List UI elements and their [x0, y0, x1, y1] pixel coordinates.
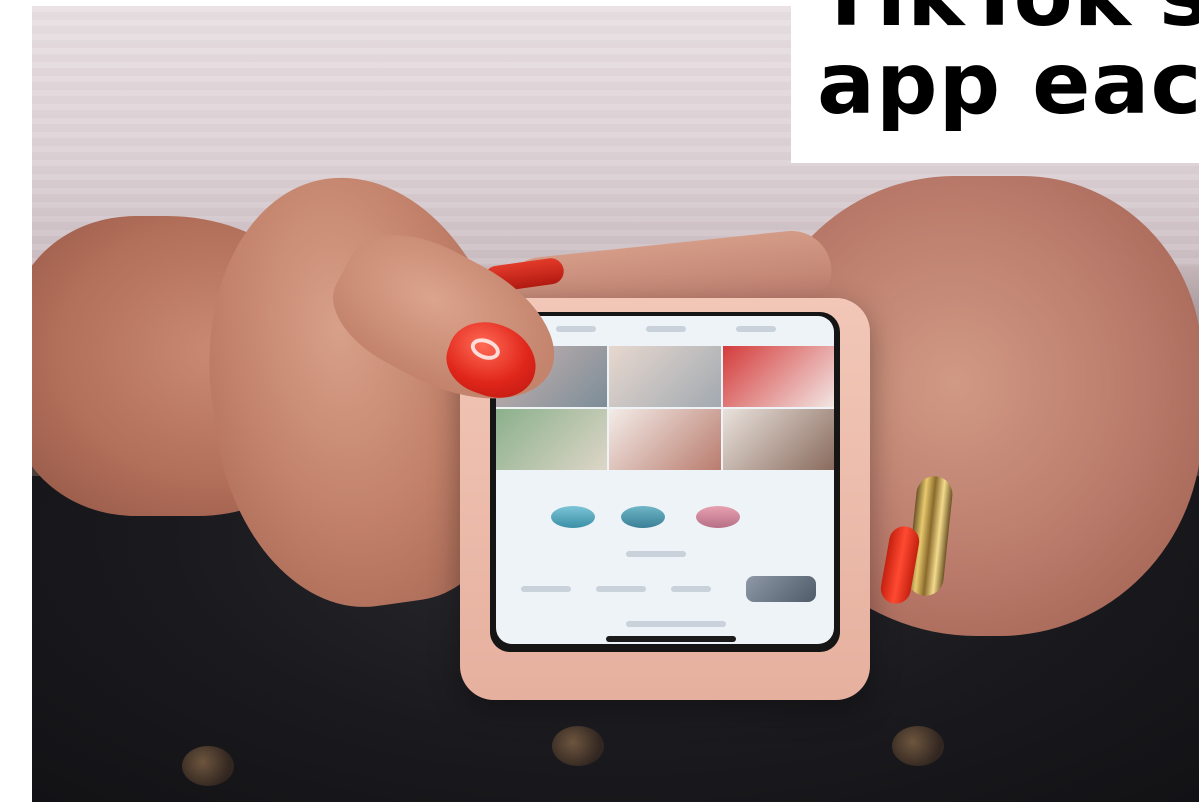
story-bubble: [621, 506, 665, 528]
menu-bar: [671, 586, 711, 592]
grid-tile: [722, 346, 834, 407]
jeans-button: [552, 726, 604, 766]
home-indicator: [606, 636, 736, 642]
grid-tile: [609, 409, 721, 470]
footer-bar: [626, 621, 726, 627]
status-bar-item: [646, 326, 686, 332]
grid-tile: [496, 409, 608, 470]
menu-bar: [521, 586, 571, 592]
jeans-button: [182, 746, 234, 786]
jeans-button: [892, 726, 944, 766]
story-row: [496, 506, 834, 536]
status-bar-item: [736, 326, 776, 332]
grid-tile: [722, 409, 834, 470]
grid-tile: [609, 346, 721, 407]
thumbnail: [746, 576, 816, 602]
headline-line-2: app eacl: [817, 34, 1199, 134]
menu-bar: [596, 586, 646, 592]
headline-box: TikTok's app eacl: [791, 0, 1199, 163]
caption-bar: [626, 551, 686, 557]
status-bar-item: [556, 326, 596, 332]
story-bubble: [551, 506, 595, 528]
headline: TikTok's app eacl: [817, 0, 1199, 128]
story-bubble: [696, 506, 740, 528]
